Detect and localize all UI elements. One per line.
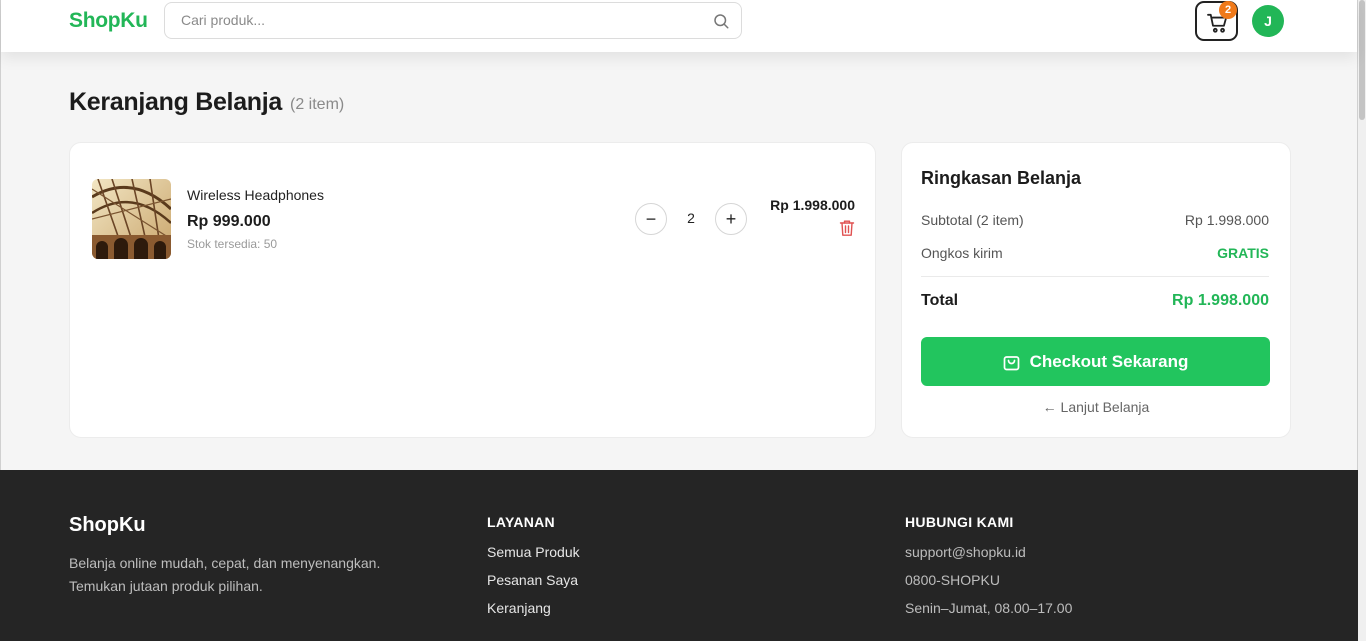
- cart-count-badge: 2: [1219, 1, 1237, 19]
- continue-shopping-link[interactable]: ← Lanjut Belanja: [902, 399, 1290, 415]
- footer-logo: ShopKu: [69, 514, 146, 536]
- increase-quantity-button[interactable]: +: [715, 203, 747, 235]
- trash-icon[interactable]: [839, 219, 855, 237]
- window-border-left: [0, 0, 1, 470]
- total-label: Total: [921, 292, 959, 309]
- product-name[interactable]: Wireless Headphones: [187, 187, 324, 203]
- quantity-value: 2: [687, 210, 695, 226]
- subtotal-value: Rp 1.998.000: [1184, 212, 1269, 228]
- product-stock: Stok tersedia: 50: [187, 237, 278, 251]
- product-image[interactable]: [92, 179, 171, 259]
- footer-link-all-products[interactable]: Semua Produk: [487, 544, 580, 560]
- cart-items-card: Wireless Headphones Rp 999.000 Stok ters…: [69, 142, 876, 438]
- shipping-value: GRATIS: [1217, 245, 1269, 261]
- footer-description-line: Temukan jutaan produk pilihan.: [69, 578, 263, 594]
- shipping-label: Ongkos kirim: [921, 245, 1003, 261]
- summary-divider: [921, 276, 1269, 277]
- contact-email: support@shopku.id: [905, 544, 1026, 560]
- brand-logo[interactable]: ShopKu: [69, 9, 148, 33]
- shopping-bag-icon: [1003, 355, 1019, 370]
- contact-hours: Senin–Jumat, 08.00–17.00: [905, 600, 1073, 616]
- page-scrollbar[interactable]: [1358, 0, 1366, 641]
- cart-button[interactable]: 2: [1195, 1, 1238, 41]
- footer-link-my-orders[interactable]: Pesanan Saya: [487, 572, 578, 588]
- contact-heading: HUBUNGI KAMI: [905, 514, 1014, 530]
- scrollbar-thumb[interactable]: [1359, 0, 1365, 120]
- search-bar: [164, 2, 742, 39]
- contact-phone: 0800-SHOPKU: [905, 572, 1000, 588]
- page-title: Keranjang Belanja: [69, 88, 283, 116]
- product-price: Rp 999.000: [187, 213, 271, 230]
- checkout-label: Checkout Sekarang: [1029, 351, 1189, 371]
- services-heading: LAYANAN: [487, 514, 555, 530]
- subtotal-label: Subtotal (2 item): [921, 212, 1024, 228]
- footer-description: Belanja online mudah, cepat, dan menyena…: [69, 552, 380, 598]
- site-footer: ShopKu Belanja online mudah, cepat, dan …: [0, 470, 1358, 641]
- order-summary-card: Ringkasan Belanja Subtotal (2 item) Rp 1…: [901, 142, 1291, 438]
- search-input[interactable]: [181, 12, 701, 28]
- decrease-quantity-button[interactable]: −: [635, 203, 667, 235]
- footer-link-cart[interactable]: Keranjang: [487, 600, 551, 616]
- line-total: Rp 1.998.000: [770, 197, 855, 213]
- summary-title: Ringkasan Belanja: [921, 168, 1082, 188]
- total-value: Rp 1.998.000: [1172, 292, 1269, 309]
- top-header: ShopKu 2 J: [1, 0, 1357, 52]
- search-icon[interactable]: [712, 12, 730, 30]
- footer-description-line: Belanja online mudah, cepat, dan menyena…: [69, 555, 381, 571]
- user-avatar[interactable]: J: [1252, 5, 1284, 37]
- item-count: (2 item): [290, 96, 345, 113]
- checkout-button[interactable]: Checkout Sekarang: [921, 337, 1270, 386]
